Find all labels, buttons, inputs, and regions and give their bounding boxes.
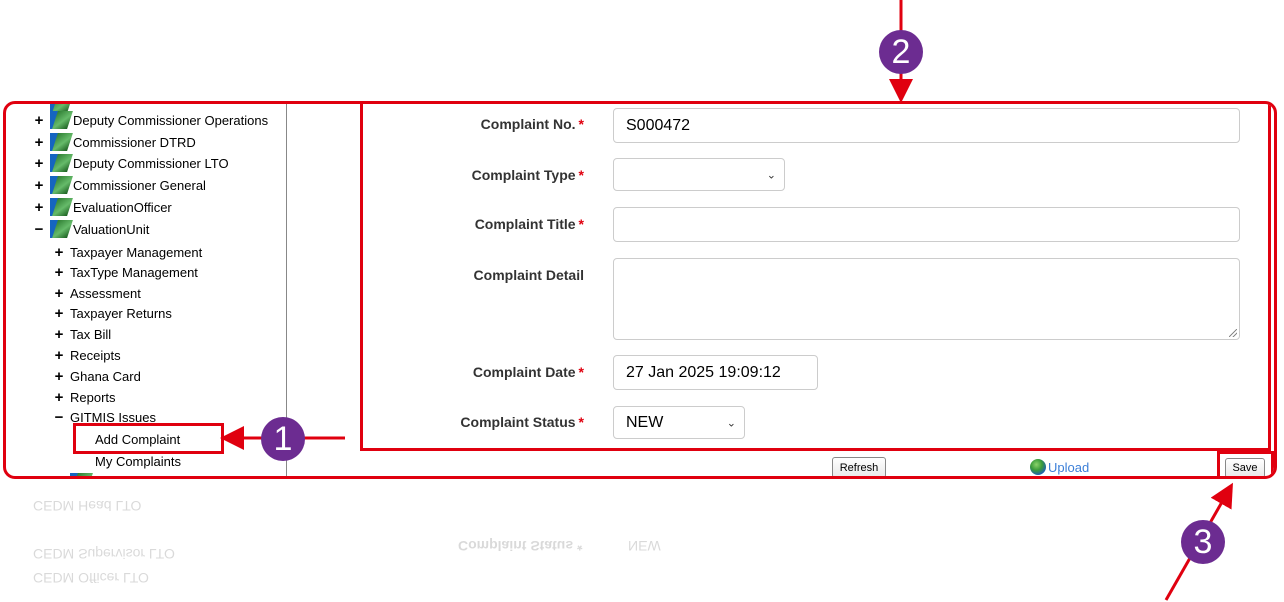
complaint-detail-textarea[interactable] — [613, 258, 1240, 340]
collapse-icon[interactable]: − — [52, 409, 66, 426]
tree-item-label: Receipts — [70, 348, 121, 363]
expand-icon[interactable]: + — [32, 155, 46, 172]
expand-icon[interactable]: + — [52, 368, 66, 385]
upload-label: Upload — [1048, 459, 1090, 475]
expand-icon[interactable]: + — [52, 285, 66, 302]
complaint-type-label: Complaint Type * — [471, 167, 584, 183]
tree-item-label: Assessment — [70, 286, 141, 301]
complaint-status-value: NEW — [626, 413, 664, 431]
complaint-date-field[interactable]: 27 Jan 2025 19:09:12 — [613, 355, 818, 390]
tree-item-label: EvaluationOfficer — [73, 199, 172, 215]
complaint-no-label: Complaint No. * — [480, 116, 584, 132]
expand-icon[interactable]: + — [52, 347, 66, 364]
tree-item-commissioner-dtrd[interactable]: + Commissioner DTRD — [32, 133, 196, 151]
resize-handle-icon[interactable] — [1229, 329, 1237, 337]
tree-item-taxpayer-returns[interactable]: + Taxpayer Returns — [52, 305, 172, 322]
tree-item-ghana-card[interactable]: + Ghana Card — [52, 368, 141, 385]
folder-icon — [50, 176, 70, 194]
expand-icon[interactable]: + — [32, 112, 46, 129]
refresh-label: Refresh — [839, 461, 879, 474]
folder-icon — [50, 198, 70, 216]
tree-item-label: ValuationUnit — [73, 221, 150, 237]
tree-item-label: Tax Bill — [70, 327, 112, 342]
complaint-title-label: Complaint Title * — [474, 216, 584, 232]
expand-icon[interactable]: + — [52, 389, 66, 406]
folder-icon — [50, 154, 70, 172]
main-frame: + Deputy Commissioner Operations + Commi… — [3, 101, 1277, 479]
tree-item-label: Commissioner General — [73, 177, 206, 193]
complaint-title-input[interactable] — [613, 207, 1240, 242]
tree-item-label: Deputy Commissioner LTO — [73, 155, 229, 171]
expand-icon[interactable]: + — [52, 305, 66, 322]
callout-badge-2: 2 — [879, 30, 923, 74]
reflection-status-label: Complaint Status * — [458, 538, 583, 554]
tree-item-deputy-commissioner-lto[interactable]: + Deputy Commissioner LTO — [32, 154, 229, 172]
expand-icon[interactable]: + — [52, 264, 66, 281]
tree-item-label: Taxpayer Management — [70, 245, 203, 260]
upload-link[interactable]: Upload — [1030, 459, 1089, 475]
refresh-button[interactable]: Refresh — [832, 457, 886, 476]
tree-item-reports[interactable]: + Reports — [52, 389, 116, 406]
folder-icon — [50, 133, 70, 151]
folder-icon — [50, 111, 70, 129]
complaint-no-value: S000472 — [626, 116, 691, 134]
expand-icon[interactable]: + — [52, 326, 66, 343]
folder-icon — [70, 473, 90, 476]
chevron-down-icon: ⌄ — [766, 169, 776, 181]
tree-item-my-complaints[interactable]: My Complaints — [95, 454, 181, 469]
tree-item-taxtype-management[interactable]: + TaxType Management — [52, 264, 198, 281]
collapse-icon[interactable]: − — [32, 221, 46, 238]
callout-badge-1: 1 — [261, 417, 305, 461]
reflection: CEDM Officer LTO CEDM Supervisor LTO CED… — [3, 484, 1277, 594]
tree-item-label: Reports — [70, 390, 116, 405]
tree-item-label: Ghana Card — [70, 369, 141, 384]
callout-badge-3: 3 — [1181, 520, 1225, 564]
navigation-tree: + Deputy Commissioner Operations + Commi… — [6, 104, 287, 476]
complaint-no-field[interactable]: S000472 — [613, 108, 1240, 143]
expand-icon[interactable]: + — [52, 244, 66, 261]
add-complaint-highlight — [73, 423, 224, 454]
complaint-type-select[interactable]: ⌄ — [613, 158, 785, 191]
folder-icon — [50, 220, 70, 238]
tree-item-evaluation-officer[interactable]: + EvaluationOfficer — [32, 198, 172, 216]
expand-icon[interactable]: + — [32, 177, 46, 194]
complaint-status-select[interactable]: NEW ⌄ — [613, 406, 745, 439]
reflection-item: CEDM Supervisor LTO — [33, 546, 175, 562]
complaint-date-value: 27 Jan 2025 19:09:12 — [626, 363, 781, 381]
tree-item-partial-bottom — [52, 473, 93, 476]
tree-item-deputy-commissioner-operations[interactable]: + Deputy Commissioner Operations — [32, 111, 268, 129]
reflection-status-value: NEW — [628, 538, 661, 554]
tree-item-label: Deputy Commissioner Operations — [73, 112, 269, 128]
tree-item-label: TaxType Management — [70, 265, 198, 280]
save-highlight — [1217, 451, 1274, 476]
tree-item-label: My Complaints — [95, 454, 181, 469]
complaint-status-label: Complaint Status * — [460, 414, 584, 430]
reflection-item: CEDM Officer LTO — [33, 570, 149, 586]
complaint-date-label: Complaint Date * — [472, 364, 584, 380]
tree-item-valuation-unit[interactable]: − ValuationUnit — [32, 220, 149, 238]
globe-icon — [1030, 459, 1046, 475]
tree-item-taxpayer-management[interactable]: + Taxpayer Management — [52, 244, 203, 261]
expand-icon[interactable]: + — [32, 134, 46, 151]
complaint-detail-label: Complaint Detail — [473, 267, 584, 283]
reflection-item: CEDM Head LTO — [33, 498, 142, 514]
tree-item-receipts[interactable]: + Receipts — [52, 347, 121, 364]
chevron-down-icon: ⌄ — [726, 417, 736, 429]
tree-item-assessment[interactable]: + Assessment — [52, 285, 141, 302]
tree-item-label: Commissioner DTRD — [73, 134, 196, 150]
expand-icon[interactable]: + — [32, 199, 46, 216]
tree-item-label: Taxpayer Returns — [70, 306, 172, 321]
tree-item-tax-bill[interactable]: + Tax Bill — [52, 326, 112, 343]
tree-item-commissioner-general[interactable]: + Commissioner General — [32, 176, 206, 194]
